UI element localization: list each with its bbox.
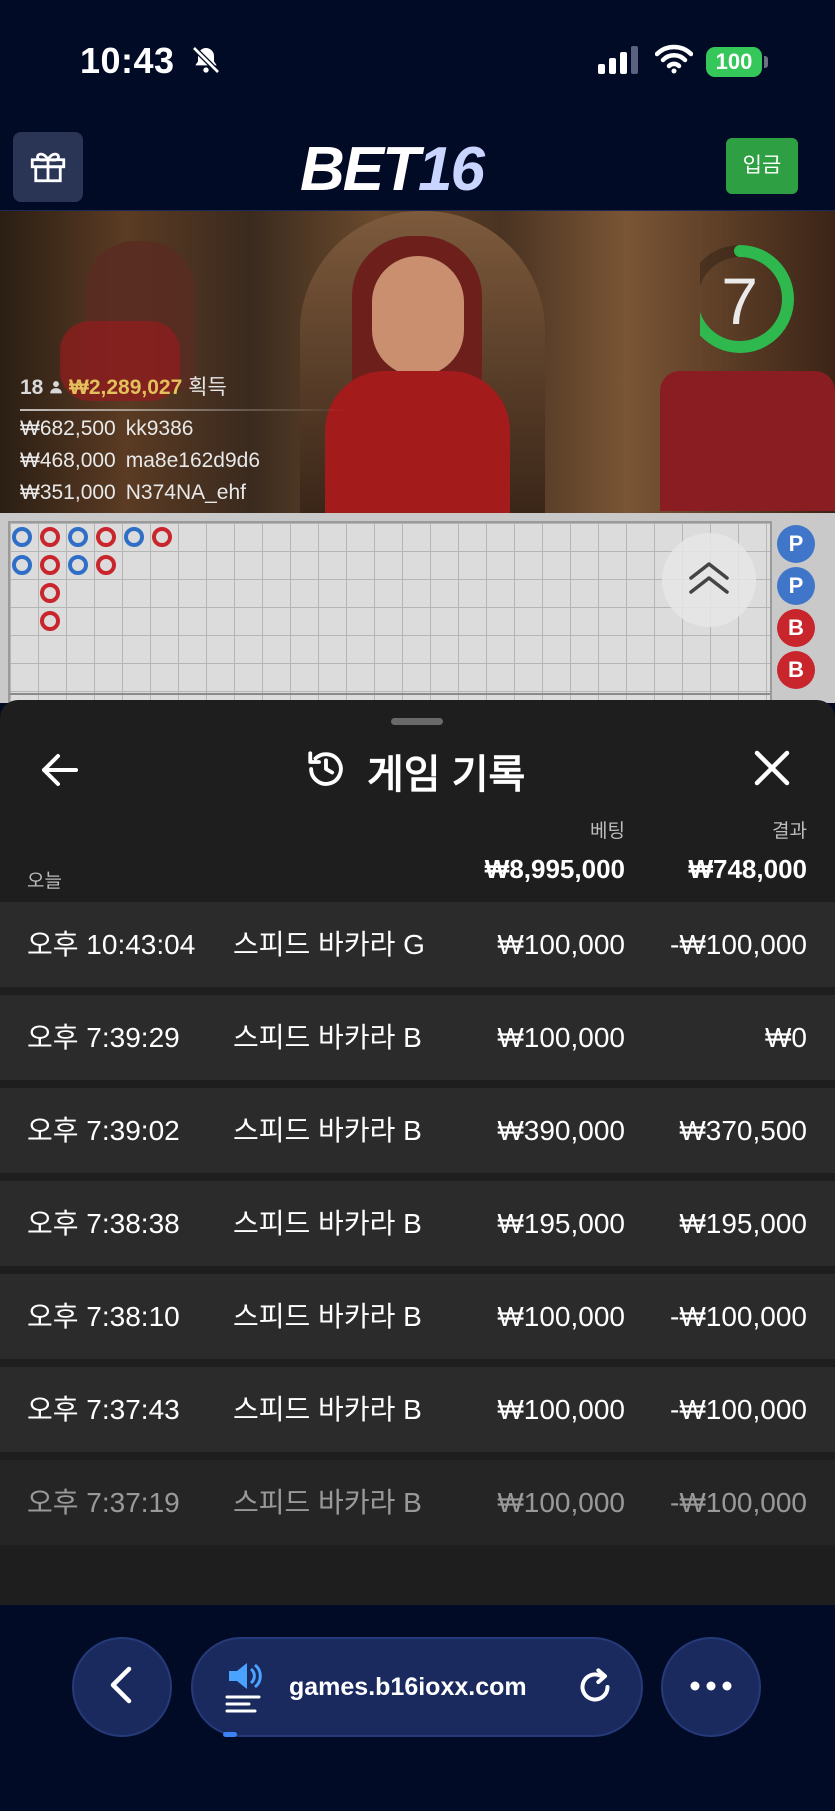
scroll-up-button[interactable] bbox=[662, 533, 756, 627]
bead-p: P bbox=[777, 525, 815, 563]
browser-toolbar: games.b16ioxx.com bbox=[0, 1605, 835, 1811]
bead-banker bbox=[96, 527, 116, 547]
live-video[interactable]: 18 ₩2,289,027 획득 ₩682,500 kk9386 ₩468,000… bbox=[0, 211, 835, 513]
total-bet: ₩8,995,000 bbox=[484, 854, 625, 884]
bead-column: P P B B bbox=[775, 521, 835, 693]
bead-banker bbox=[40, 583, 60, 603]
battery-indicator: 100 bbox=[706, 47, 762, 77]
players-count: 18 bbox=[20, 376, 44, 399]
gift-button[interactable] bbox=[13, 132, 83, 202]
bead-banker bbox=[40, 555, 60, 575]
battery-tip bbox=[764, 56, 768, 68]
bead-banker bbox=[96, 555, 116, 575]
back-button[interactable] bbox=[40, 750, 80, 790]
total-win-label: 획득 bbox=[188, 376, 227, 399]
deposit-button[interactable]: 입금 bbox=[726, 138, 798, 194]
bead-player bbox=[68, 527, 88, 547]
more-button[interactable] bbox=[661, 1637, 761, 1737]
winner-row: ₩351,000 N374NA_ehf bbox=[20, 481, 246, 504]
bead-banker bbox=[40, 611, 60, 631]
roadmap-grid bbox=[8, 521, 772, 703]
more-icon bbox=[689, 1678, 733, 1696]
drag-handle[interactable] bbox=[391, 718, 443, 725]
bead-banker bbox=[152, 527, 172, 547]
page-load-progress bbox=[223, 1732, 237, 1737]
history-row[interactable]: 오후 7:39:29 스피드 바카라 B ₩100,000 ₩0 bbox=[0, 995, 835, 1080]
today-label: 오늘 bbox=[27, 871, 62, 892]
dealer bbox=[325, 371, 510, 513]
status-bar: 10:43 100 bbox=[0, 0, 835, 120]
roadmap-divider bbox=[10, 693, 770, 695]
chevron-left-icon bbox=[107, 1665, 137, 1710]
timer-value: 7 bbox=[721, 264, 758, 338]
winners-overlay: 18 ₩2,289,027 획득 ₩682,500 kk9386 ₩468,000… bbox=[20, 371, 350, 513]
bead-p: P bbox=[777, 567, 815, 605]
history-row[interactable]: 오후 7:37:43 스피드 바카라 B ₩100,000 -₩100,000 bbox=[0, 1367, 835, 1452]
url-text: games.b16ioxx.com bbox=[289, 1673, 527, 1701]
winner-row: ₩682,500 kk9386 bbox=[20, 417, 194, 440]
bell-slash-icon bbox=[190, 44, 222, 81]
close-button[interactable] bbox=[752, 748, 792, 788]
reload-icon[interactable] bbox=[575, 1667, 615, 1712]
total-win-amount: ₩2,289,027 bbox=[69, 376, 183, 399]
chevrons-up-icon bbox=[687, 558, 731, 603]
history-list: 오후 10:43:04 스피드 바카라 G ₩100,000 -₩100,000 오후… bbox=[0, 902, 835, 1553]
column-header-result: 결과 bbox=[772, 821, 807, 842]
close-icon bbox=[752, 750, 792, 792]
browser-back-button[interactable] bbox=[72, 1637, 172, 1737]
history-row[interactable]: 오후 10:43:04 스피드 바카라 G ₩100,000 -₩100,000 bbox=[0, 902, 835, 987]
bead-b: B bbox=[777, 609, 815, 647]
divider bbox=[20, 409, 350, 411]
sofa bbox=[660, 371, 835, 511]
bead-player bbox=[12, 527, 32, 547]
column-header-bet: 베팅 bbox=[590, 821, 625, 842]
total-win-line: 18 ₩2,289,027 획득 bbox=[20, 371, 340, 401]
back-arrow-icon bbox=[40, 754, 80, 794]
panel-title: 게임 기록 bbox=[367, 753, 526, 797]
app-header: BET16 입금 bbox=[0, 122, 835, 211]
bead-b: B bbox=[777, 651, 815, 689]
history-row[interactable]: 오후 7:38:10 스피드 바카라 B ₩100,000 -₩100,000 bbox=[0, 1274, 835, 1359]
person-icon bbox=[49, 376, 69, 399]
winner-row: ₩468,000 ma8e162d9d6 bbox=[20, 449, 261, 472]
panel-header: 게임 기록 bbox=[305, 744, 525, 798]
bead-player bbox=[68, 555, 88, 575]
history-row[interactable]: 오후 7:39:02 스피드 바카라 B ₩390,000 ₩370,500 bbox=[0, 1088, 835, 1173]
signal-icon bbox=[598, 46, 642, 79]
game-history-panel: 게임 기록 베팅 결과 오늘 ₩8,995,000 ₩748,000 오후 10… bbox=[0, 700, 835, 1605]
logo: BET16 bbox=[300, 135, 485, 204]
status-time: 10:43 bbox=[80, 40, 175, 81]
bead-banker bbox=[40, 527, 60, 547]
bead-player bbox=[12, 555, 32, 575]
countdown-timer: 7 bbox=[686, 243, 812, 355]
dealer-face bbox=[372, 256, 464, 376]
total-result: ₩748,000 bbox=[688, 854, 807, 884]
wifi-icon bbox=[654, 44, 694, 79]
address-bar[interactable]: games.b16ioxx.com bbox=[191, 1637, 643, 1737]
history-row[interactable]: 오후 7:37:19 스피드 바카라 B ₩100,000 -₩100,000 bbox=[0, 1460, 835, 1545]
bead-player bbox=[124, 527, 144, 547]
speaker-icon[interactable] bbox=[225, 1663, 265, 1718]
history-row[interactable]: 오후 7:38:38 스피드 바카라 B ₩195,000 ₩195,000 bbox=[0, 1181, 835, 1266]
gift-icon bbox=[27, 144, 69, 191]
history-icon bbox=[305, 748, 347, 795]
